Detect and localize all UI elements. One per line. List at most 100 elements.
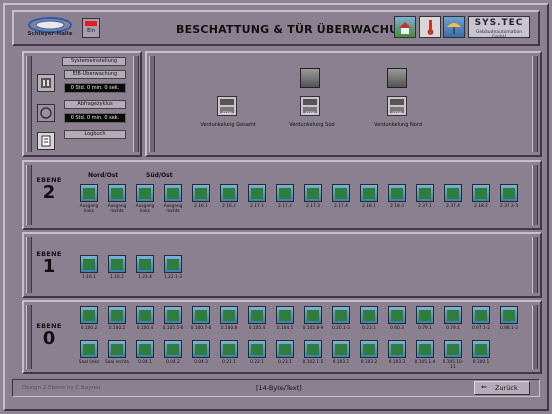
dim-total-stop-button[interactable]: STOP (217, 96, 237, 116)
shutter-tile-label: 0.103.3 (388, 360, 406, 365)
shutter-tile[interactable] (500, 184, 518, 202)
shutter-tile[interactable] (444, 340, 462, 358)
shutter-tile-label: 0.105.10-11 (442, 360, 464, 370)
shutter-tile[interactable] (136, 306, 154, 324)
ebene0-heading: EBENE 0 (34, 322, 64, 348)
shutter-tile[interactable] (332, 306, 350, 324)
logbook-button[interactable]: Logbuch (64, 130, 126, 139)
shutter-tile[interactable] (108, 340, 126, 358)
shutter-tile-label: Ausgang rechts (107, 204, 127, 214)
shutter-tile[interactable] (276, 340, 294, 358)
shutter-tile-label: Ausgang links (135, 204, 155, 214)
shutter-tile[interactable] (304, 184, 322, 202)
shutter-tile[interactable] (164, 184, 182, 202)
shutter-tile[interactable] (276, 306, 294, 324)
shutter-tile[interactable] (472, 340, 490, 358)
shutter-tile[interactable] (136, 340, 154, 358)
shutter-tile[interactable] (164, 340, 182, 358)
shutter-tile-label: 0.79.1 (446, 326, 460, 331)
shutter-tile[interactable] (108, 306, 126, 324)
shutter-tile[interactable] (360, 306, 378, 324)
shutter-tile-label: 0.103.2 (360, 360, 378, 365)
shutter-tile[interactable] (192, 340, 210, 358)
shutter-tile[interactable] (248, 184, 266, 202)
shutter-tile[interactable] (276, 184, 294, 202)
ebene1-rail-right (532, 237, 538, 293)
arrows-icon (303, 99, 317, 105)
shutter-tile-label: 0.04.3 (194, 360, 208, 365)
dim-north-stop-button[interactable]: STOP (387, 96, 407, 116)
shutter-tile-label: 0.102.1-5 (302, 360, 324, 365)
shutter-tile[interactable] (108, 184, 126, 202)
shutter-tile[interactable] (192, 306, 210, 324)
ebene1-number: 1 (42, 256, 56, 277)
shutter-tile[interactable] (444, 184, 462, 202)
shutter-tile[interactable] (192, 184, 210, 202)
shutter-tile[interactable] (304, 306, 322, 324)
shutter-tile[interactable] (164, 306, 182, 324)
shutter-tile-label: 1.22.4 (138, 275, 152, 280)
shutter-tile-label: 0.79.1 (418, 326, 432, 331)
back-arrow-icon: ⇐ (481, 383, 487, 391)
ebene2-rail-right (532, 165, 538, 225)
brand-logo: SYS.TEC Gebäudeautomation GmbH (468, 16, 530, 40)
shutter-tile-label: 0.105.5-6 (162, 326, 184, 331)
shutter-tile[interactable] (136, 255, 154, 273)
back-label: Zurück (495, 384, 518, 392)
poll-cycle-icon[interactable] (37, 104, 55, 122)
shutter-tile-label: 0.22.1 (250, 360, 264, 365)
shutter-tile[interactable] (220, 340, 238, 358)
logbook-icon[interactable] (37, 132, 55, 150)
shutter-tile[interactable] (472, 184, 490, 202)
shutter-tile[interactable] (388, 340, 406, 358)
dim-south-stop-button[interactable]: STOP (300, 96, 320, 116)
thermometer-icon[interactable] (419, 16, 441, 38)
arrows-icon (390, 99, 404, 105)
power-toggle[interactable]: Ein (82, 18, 100, 38)
shutter-tile[interactable] (220, 184, 238, 202)
shutter-tile[interactable] (500, 306, 518, 324)
shutter-tile[interactable] (472, 306, 490, 324)
shutter-tile-label: 0.04.2 (166, 360, 180, 365)
shutter-tile[interactable] (332, 340, 350, 358)
shutter-tile[interactable] (220, 306, 238, 324)
eib-monitor-icon[interactable] (37, 74, 55, 92)
dimming-rail-right (532, 56, 538, 152)
shutter-tile[interactable] (248, 306, 266, 324)
shutter-tile[interactable] (80, 306, 98, 324)
dimming-panel (145, 51, 542, 157)
shutter-tile[interactable] (80, 255, 98, 273)
shutter-tile[interactable] (304, 340, 322, 358)
shutter-tile[interactable] (416, 340, 434, 358)
dimming-rail-left (149, 56, 155, 152)
shutter-tile[interactable] (416, 184, 434, 202)
back-button[interactable]: ⇐ Zurück (474, 381, 530, 395)
shutter-tile-label: 0.20.1-3 (332, 326, 350, 331)
weather-icon[interactable] (443, 16, 465, 38)
shutter-tile-label: 0.103.1 (332, 360, 350, 365)
stop-label: STOP (392, 111, 402, 115)
shutter-tile[interactable] (388, 306, 406, 324)
shutter-tile[interactable] (80, 340, 98, 358)
shutter-tile[interactable] (360, 340, 378, 358)
poll-cycle-counter: 0 Std. 0 min. 0 sek. (64, 113, 126, 123)
shutter-tile[interactable] (80, 184, 98, 202)
shutter-tile[interactable] (444, 306, 462, 324)
shutter-tile[interactable] (416, 306, 434, 324)
eib-monitor-counter: 0 Std. 0 min. 0 sek. (64, 83, 126, 93)
eib-glyph-icon (41, 78, 51, 88)
shutter-tile-label: 2.18.1 (362, 204, 376, 209)
shutter-tile[interactable] (388, 184, 406, 202)
shutter-tile-label: 0.100.2 (80, 326, 98, 331)
shutter-tile[interactable] (332, 184, 350, 202)
shutter-tile[interactable] (164, 255, 182, 273)
shutter-tile[interactable] (360, 184, 378, 202)
dim-south-status-indicator (300, 68, 320, 88)
shutter-tile-label: 2.37.2-3 (500, 204, 518, 209)
shutter-tile[interactable] (248, 340, 266, 358)
shutter-tile[interactable] (136, 184, 154, 202)
stop-label: STOP (222, 111, 232, 115)
home-icon[interactable] (394, 16, 416, 38)
shutter-tile[interactable] (108, 255, 126, 273)
logbook-glyph-icon (41, 135, 51, 147)
